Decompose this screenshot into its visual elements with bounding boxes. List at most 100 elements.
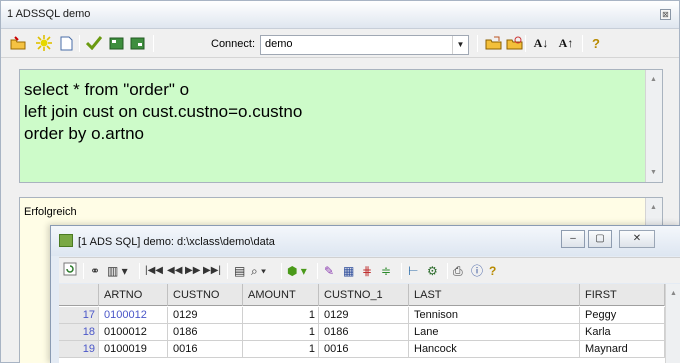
edit-icon[interactable]: ✎ [324,262,334,280]
table-row[interactable]: 18 0100012 0186 1 0186 Lane Karla [59,324,680,341]
cell-artno[interactable]: 0100012 [99,324,168,341]
calendar-icon[interactable]: ▦ [343,262,354,280]
toolbar-separator [477,35,478,52]
print-icon[interactable]: ⎙ [453,262,463,280]
tree-icon[interactable]: ⊢ [408,262,418,280]
window-title: 1 ADSSQL demo [7,8,91,20]
link-icon[interactable]: ⚭ [90,262,100,280]
sql-editor[interactable]: select * from "order" o left join cust o… [19,69,663,183]
result-title-bar: [1 ADS SQL] demo: d:\xclass\demo\data – … [51,226,680,256]
table-row[interactable]: 17 0100012 0129 1 0129 Tennison Peggy [59,307,680,324]
cell-artno[interactable]: 0100012 [99,307,168,324]
toolbar-separator [79,35,80,52]
connection-value: demo [265,38,293,50]
scroll-up-icon[interactable]: ▲ [670,290,677,297]
connection-select[interactable]: demo ▼ [260,35,469,55]
form-view-icon[interactable]: ▤ [234,262,245,280]
table-row[interactable]: 19 0100019 0016 1 0016 Hancock Maynard [59,341,680,358]
last-record-icon[interactable]: ▶▶| [203,262,221,280]
toolbar-separator [153,35,154,52]
commit-check-icon[interactable] [85,34,103,52]
sql-line: select * from "order" o [24,80,190,99]
grid-vertical-scrollbar[interactable]: ▲ [665,284,680,363]
cell-amount[interactable]: 1 [243,324,319,341]
tools-icon[interactable]: ⚙ [427,262,438,280]
scroll-down-icon[interactable]: ▼ [650,169,657,176]
close-icon[interactable]: ✕ [619,230,655,248]
toolbar-separator [83,263,84,279]
columns-icon[interactable]: ▥ ▾ [107,262,128,280]
row-number: 19 [59,341,99,358]
cell-last[interactable]: Lane [409,324,580,341]
column-header[interactable]: FIRST [580,284,665,306]
refresh-icon[interactable] [63,262,77,280]
sql-line: order by o.artno [24,124,145,143]
grid-header: ARTNO CUSTNO AMOUNT CUSTNO_1 LAST FIRST [59,284,680,306]
close-icon[interactable]: ⊠ [660,9,671,20]
toolbar-separator [447,263,448,279]
title-bar: 1 ADSSQL demo ⊠ [1,1,679,29]
column-header[interactable]: ARTNO [99,284,168,306]
result-grid[interactable]: ARTNO CUSTNO AMOUNT CUSTNO_1 LAST FIRST … [59,284,680,363]
result-toolbar: ⚭ ▥ ▾ |◀◀ ◀◀ ▶▶ ▶▶| ▤ ⌕ ▾ ⬢ ▾ ✎ ▦ ⋕ ≑ ⊢ … [59,257,680,283]
help-icon[interactable]: ? [587,34,605,52]
cell-custno[interactable]: 0186 [168,324,243,341]
insert-row-icon[interactable]: ⋕ [362,262,372,280]
first-record-icon[interactable]: |◀◀ [145,262,163,280]
table-icon [59,234,73,247]
sql-line: left join cust on cust.custno=o.custno [24,102,303,121]
row-indicator-header [59,284,99,306]
scroll-up-icon[interactable]: ▲ [650,76,657,83]
prior-record-icon[interactable]: ◀◀ [167,262,182,280]
toolbar-separator [525,35,526,52]
filter-icon[interactable]: ⬢ ▾ [287,262,307,280]
cell-artno[interactable]: 0100019 [99,341,168,358]
toolbar-separator [227,263,228,279]
grid-view-icon[interactable] [107,34,125,52]
minimize-icon[interactable]: – [561,230,585,248]
main-window: 1 ADSSQL demo ⊠ Connect: demo ▼ A↓ A↑ ? … [0,0,680,363]
cell-custno[interactable]: 0129 [168,307,243,324]
maximize-icon[interactable]: ▢ [588,230,612,248]
toolbar-separator [401,263,402,279]
row-number: 17 [59,307,99,324]
help-icon[interactable]: ? [489,262,496,280]
cell-amount[interactable]: 1 [243,341,319,358]
open-folder-icon[interactable] [9,34,27,52]
cell-custno-1[interactable]: 0016 [319,341,409,358]
cell-custno-1[interactable]: 0129 [319,307,409,324]
next-record-icon[interactable]: ▶▶ [185,262,200,280]
column-header[interactable]: LAST [409,284,580,306]
column-header[interactable]: CUSTNO_1 [319,284,409,306]
sort-ascending-icon[interactable]: A↓ [530,34,552,52]
sort-descending-icon[interactable]: A↑ [555,34,577,52]
result-window-title: [1 ADS SQL] demo: d:\xclass\demo\data [78,236,275,248]
main-toolbar: Connect: demo ▼ A↓ A↑ ? [1,30,679,58]
save-file-icon[interactable] [505,34,523,52]
vertical-scrollbar[interactable]: ▲ ▼ [645,70,662,182]
cell-amount[interactable]: 1 [243,307,319,324]
open-file-icon[interactable] [484,34,502,52]
toolbar-separator [139,263,140,279]
chevron-down-icon[interactable]: ▼ [452,36,468,54]
pane-splitter[interactable] [19,186,663,196]
cell-custno-1[interactable]: 0186 [319,324,409,341]
info-icon[interactable]: ⓘ [471,262,483,280]
column-header[interactable]: CUSTNO [168,284,243,306]
execute-star-icon[interactable] [35,34,53,52]
grid-view-2-icon[interactable] [128,34,146,52]
new-document-icon[interactable] [57,34,75,52]
delete-row-icon[interactable]: ≑ [381,262,391,280]
scroll-up-icon[interactable]: ▲ [650,204,657,211]
connect-label: Connect: [211,38,256,50]
cell-last[interactable]: Tennison [409,307,580,324]
cell-custno[interactable]: 0016 [168,341,243,358]
toolbar-separator [582,35,583,52]
toolbar-separator [281,263,282,279]
zoom-icon[interactable]: ⌕ ▾ [251,262,266,280]
column-header[interactable]: AMOUNT [243,284,319,306]
cell-last[interactable]: Hancock [409,341,580,358]
cell-first[interactable]: Karla [580,324,665,341]
cell-first[interactable]: Peggy [580,307,665,324]
cell-first[interactable]: Maynard [580,341,665,358]
